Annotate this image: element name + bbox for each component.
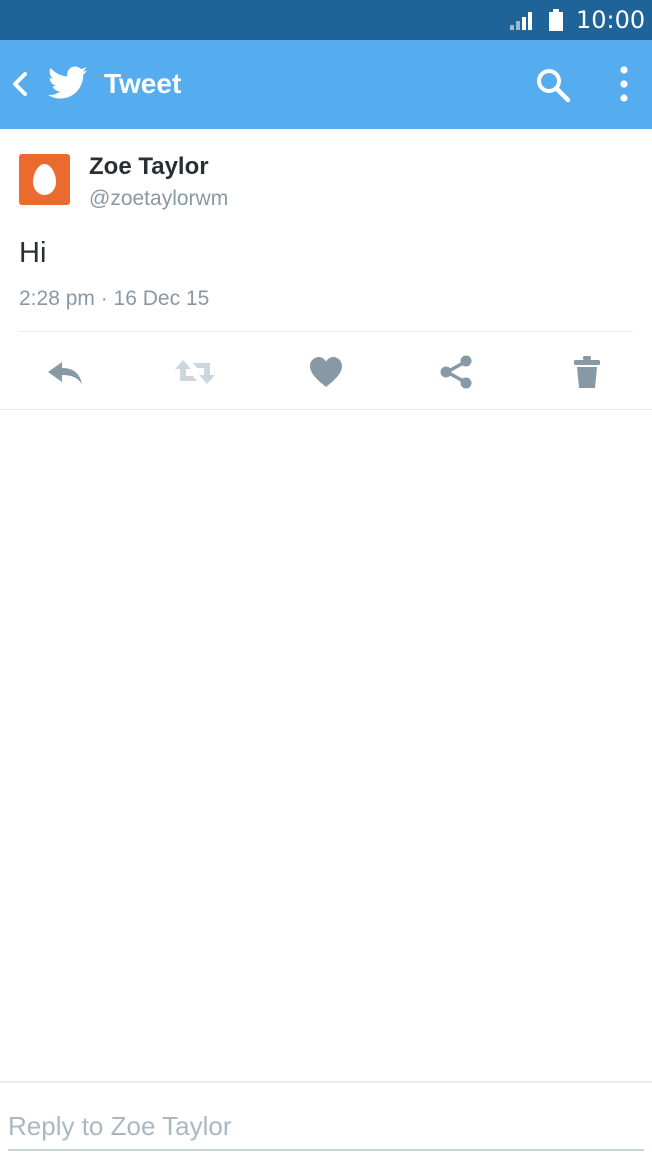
author-handle[interactable]: @zoetaylorwm — [89, 186, 228, 212]
battery-icon — [549, 9, 563, 31]
reply-button[interactable] — [45, 354, 85, 390]
egg-avatar-icon — [33, 164, 56, 195]
tweet-text: Hi — [19, 237, 47, 269]
retweet-button[interactable] — [175, 354, 215, 390]
reply-input[interactable] — [8, 1103, 644, 1151]
share-button[interactable] — [436, 354, 476, 390]
more-vert-icon[interactable] — [612, 64, 636, 104]
author-name[interactable]: Zoe Taylor — [89, 153, 209, 181]
tweet-actions — [0, 332, 652, 410]
tweet-detail: Zoe Taylor @zoetaylorwm Hi 2:28 pm · 16 … — [0, 129, 652, 410]
delete-button[interactable] — [567, 354, 607, 390]
retweet-icon — [175, 360, 215, 384]
like-icon — [310, 357, 342, 387]
status-bar: 10:00 — [0, 0, 652, 40]
like-button[interactable] — [306, 354, 346, 390]
reply-bar — [0, 1081, 652, 1159]
app-bar: Tweet — [0, 40, 652, 129]
avatar[interactable] — [19, 154, 70, 205]
status-time: 10:00 — [576, 6, 646, 34]
signal-icon — [510, 12, 532, 30]
back-arrow-icon[interactable] — [8, 68, 32, 100]
delete-icon — [574, 356, 600, 388]
twitter-bird-icon — [48, 66, 88, 99]
share-icon — [440, 355, 472, 389]
reply-icon — [48, 362, 82, 384]
tweet-timestamp: 2:28 pm · 16 Dec 15 — [19, 287, 210, 310]
page-title: Tweet — [104, 68, 182, 99]
search-icon[interactable] — [534, 66, 572, 104]
